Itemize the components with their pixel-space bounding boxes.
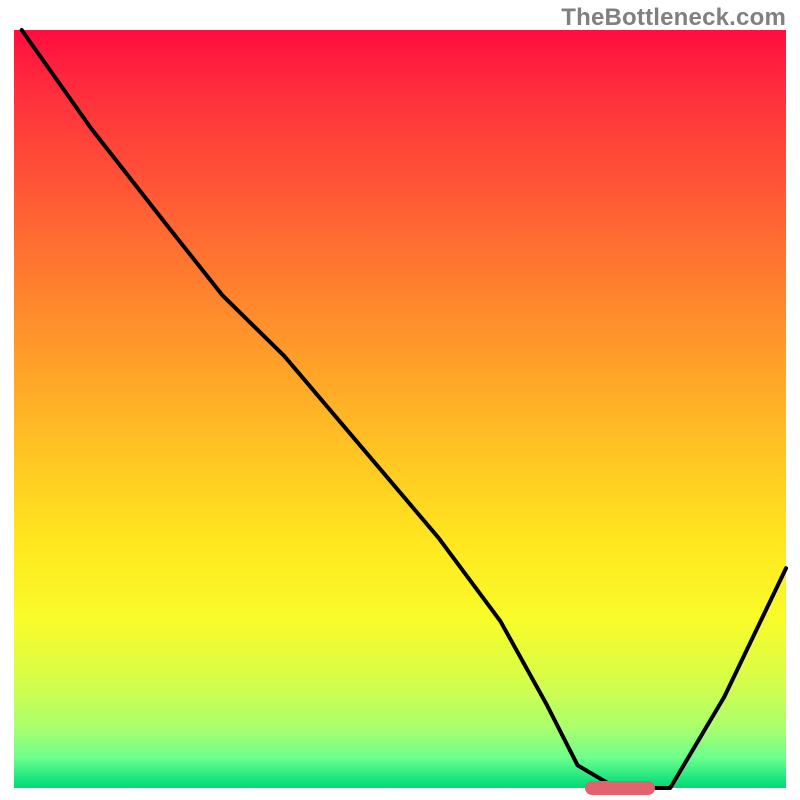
optimum-marker bbox=[585, 781, 654, 795]
chart-stage: TheBottleneck.com bbox=[0, 0, 800, 800]
watermark-text: TheBottleneck.com bbox=[561, 4, 786, 32]
bottleneck-curve-path bbox=[22, 30, 786, 788]
bottleneck-curve bbox=[0, 0, 800, 800]
